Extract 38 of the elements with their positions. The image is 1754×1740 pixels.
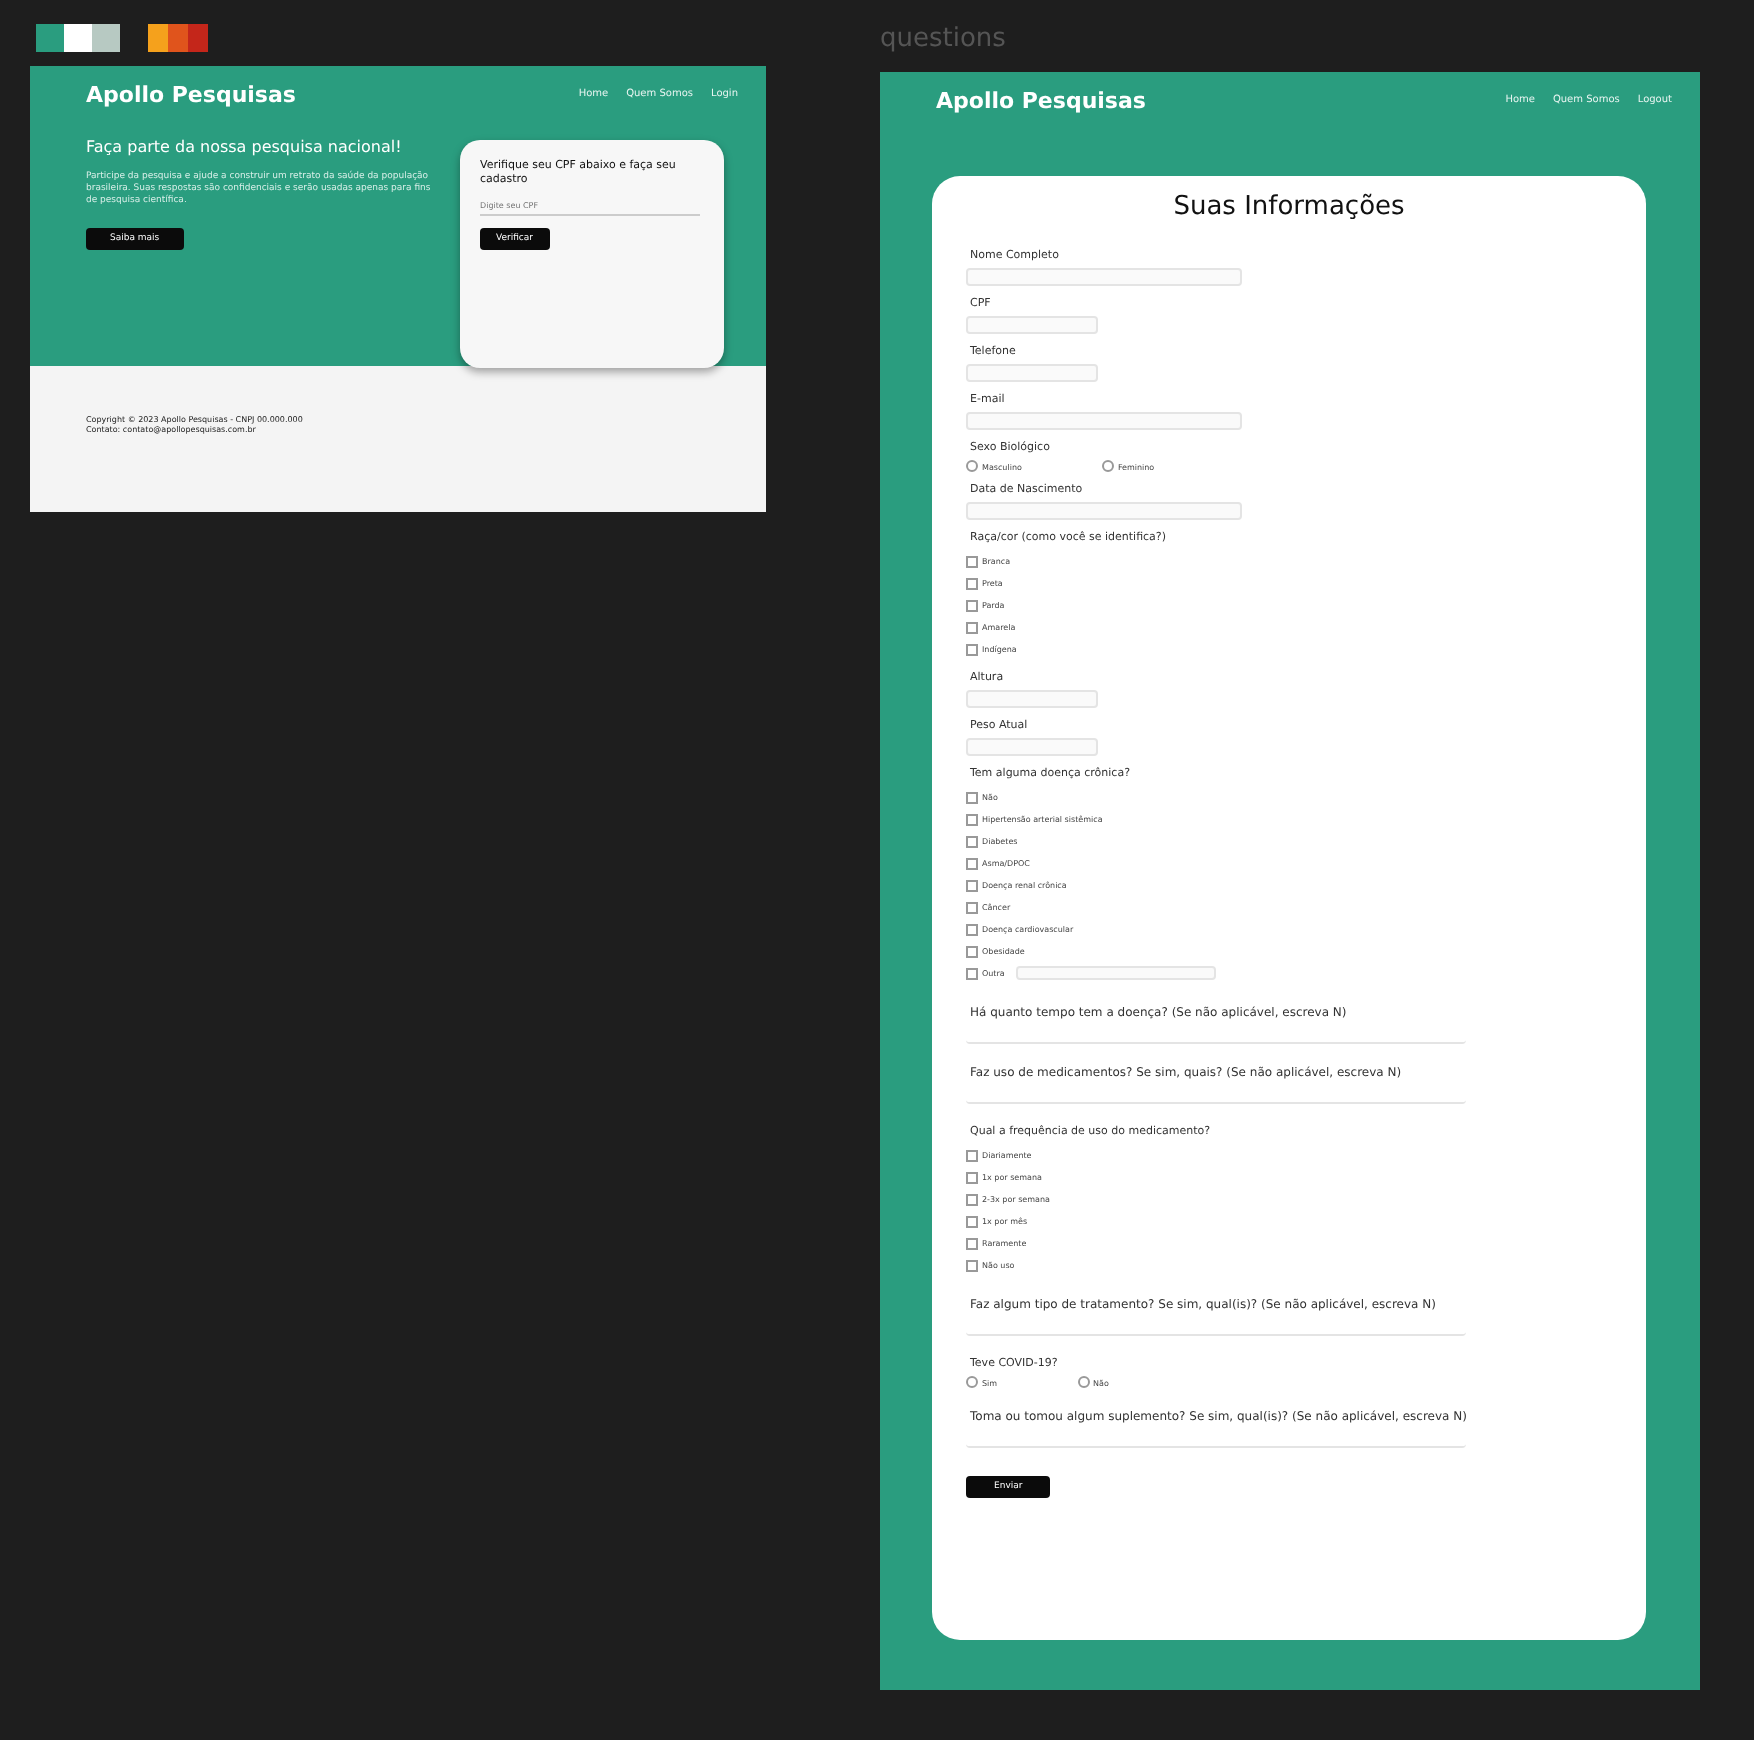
- checkbox[interactable]: [966, 879, 978, 891]
- input-field[interactable]: [966, 268, 1242, 286]
- checkbox[interactable]: [966, 577, 978, 589]
- checkbox[interactable]: [966, 967, 978, 979]
- checkbox[interactable]: [966, 1171, 978, 1183]
- checkbox[interactable]: [966, 923, 978, 935]
- input-field[interactable]: [966, 364, 1098, 382]
- radio-button[interactable]: [1077, 1376, 1090, 1388]
- checkbox[interactable]: [966, 791, 978, 803]
- checkbox[interactable]: [966, 835, 978, 847]
- checkbox[interactable]: [966, 1237, 978, 1249]
- brand-logo[interactable]: Apollo Pesquisas: [936, 87, 1146, 113]
- input-field[interactable]: [966, 412, 1242, 430]
- brand-logo[interactable]: Apollo Pesquisas: [86, 81, 296, 107]
- checkbox[interactable]: [966, 643, 978, 655]
- form-title: Suas Informações: [1171, 192, 1407, 222]
- input-field[interactable]: [966, 502, 1242, 520]
- checkbox[interactable]: [966, 1259, 978, 1271]
- color-swatch[interactable]: [148, 24, 208, 52]
- input-field[interactable]: [966, 690, 1098, 708]
- checkbox[interactable]: [966, 555, 978, 567]
- checkbox[interactable]: [966, 901, 978, 913]
- hero-title: Faça parte da nossa pesquisa nacional!: [86, 136, 404, 160]
- checkbox[interactable]: [966, 599, 978, 611]
- input-field[interactable]: [1016, 966, 1217, 980]
- color-swatch[interactable]: [36, 24, 120, 52]
- checkbox[interactable]: [966, 1215, 978, 1227]
- input-field[interactable]: [966, 738, 1098, 756]
- input-field[interactable]: [966, 316, 1098, 334]
- checkbox[interactable]: [966, 621, 978, 633]
- radio-button[interactable]: [1101, 460, 1114, 472]
- checkbox[interactable]: [966, 857, 978, 869]
- checkbox[interactable]: [966, 813, 978, 825]
- checkbox[interactable]: [966, 1193, 978, 1205]
- checkbox[interactable]: [966, 1149, 978, 1161]
- checkbox[interactable]: [966, 945, 978, 957]
- radio-button[interactable]: [966, 460, 978, 472]
- radio-button[interactable]: [966, 1376, 978, 1388]
